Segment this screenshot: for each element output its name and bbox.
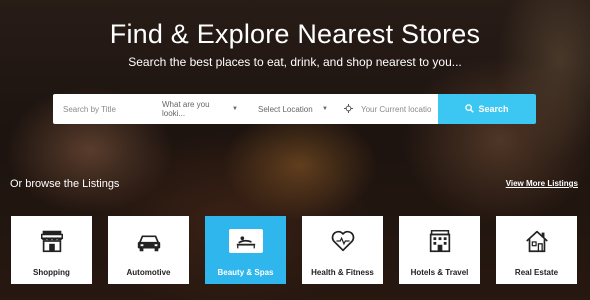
hero-subtitle: Search the best places to eat, drink, an… [128, 55, 462, 69]
heart-icon [331, 230, 354, 252]
hero-title: Find & Explore Nearest Stores [109, 19, 481, 49]
category-card-health-fitness[interactable]: Health & Fitness [302, 216, 383, 284]
category-card-hotels-travel[interactable]: Hotels & Travel [399, 216, 480, 284]
category-card-shopping[interactable]: Shopping [11, 216, 92, 284]
hotel-icon [429, 229, 450, 253]
search-button-label: Search [478, 104, 509, 114]
house-icon [525, 230, 548, 253]
crosshair-icon[interactable] [344, 103, 353, 115]
category-label: Beauty & Spas [217, 268, 274, 277]
category-list: Shopping Automotive Beauty & Spas Health… [11, 216, 579, 284]
location-select-value: Select Location [258, 104, 313, 114]
car-icon [137, 235, 160, 252]
spa-icon-box [228, 229, 263, 253]
view-more-listings-link[interactable]: View More Listings [506, 179, 578, 188]
category-select[interactable]: What are you looki... ▼ [152, 94, 248, 124]
title-search-input[interactable]: Search by Title [53, 94, 152, 124]
category-label: Health & Fitness [311, 268, 374, 277]
browse-heading: Or browse the Listings [10, 178, 120, 190]
category-label: Real Estate [514, 268, 559, 277]
search-bar: Search by Title What are you looki... ▼ … [53, 94, 536, 124]
category-label: Automotive [126, 268, 171, 277]
search-icon [465, 103, 475, 115]
chevron-down-icon: ▼ [232, 106, 238, 112]
location-select[interactable]: Select Location ▼ [248, 94, 340, 124]
category-card-beauty-spas[interactable]: Beauty & Spas [205, 216, 286, 284]
category-card-real-estate[interactable]: Real Estate [496, 216, 577, 284]
category-label: Shopping [33, 268, 70, 277]
title-search-placeholder: Search by Title [63, 104, 116, 114]
category-card-automotive[interactable]: Automotive [108, 216, 189, 284]
category-select-value: What are you looki... [162, 100, 210, 118]
current-location-placeholder: Your Current locatio [361, 104, 432, 114]
spa-icon [236, 236, 255, 249]
search-button[interactable]: Search [438, 94, 536, 124]
category-label: Hotels & Travel [410, 268, 469, 277]
store-icon [40, 230, 63, 253]
chevron-down-icon: ▼ [322, 106, 328, 112]
search-fields: Search by Title What are you looki... ▼ … [53, 94, 438, 124]
current-location-input[interactable]: Your Current locatio [340, 94, 438, 124]
